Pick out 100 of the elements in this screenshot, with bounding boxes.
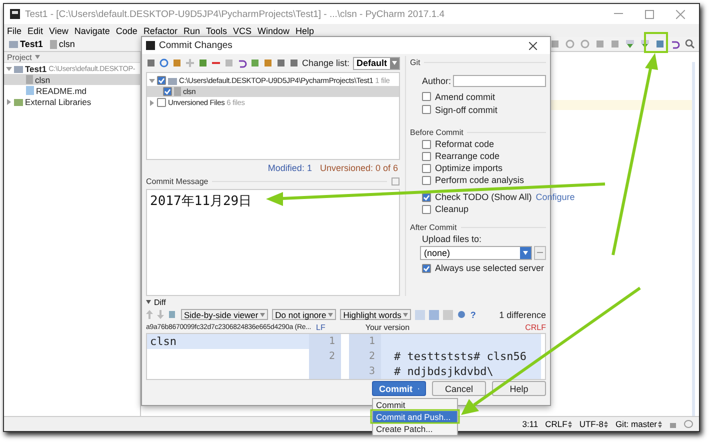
status-item[interactable]: UTF-8 [579, 419, 608, 429]
file-icon [26, 75, 33, 84]
option-label: Perform code analysis [435, 175, 524, 185]
menu-item[interactable]: Code [116, 26, 138, 36]
checkbox[interactable] [157, 76, 166, 85]
close-icon [676, 10, 684, 18]
change-list-label: Change list: [302, 58, 350, 68]
expand-arrow-icon[interactable] [6, 98, 12, 104]
dialog-button[interactable]: Cancel [432, 381, 486, 396]
minimize-icon [614, 13, 622, 15]
field-label: Author: [422, 76, 452, 86]
dropdown-arrows-icon [568, 420, 572, 428]
menu-item[interactable]: Run [183, 26, 200, 36]
window-title: Test1 - [C:\Users\default.DESKTOP-U9D5JP4\PycharmProjects\Test1] - ...\clsn - PyCharm 2017.1.4 [25, 8, 446, 20]
commit-button[interactable]: Commit [372, 381, 426, 396]
status-item[interactable]: 3:11 [522, 419, 538, 429]
section-title: Before Commit [410, 128, 464, 136]
option-label: Sign-off commit [435, 104, 498, 114]
plus-icon[interactable] [185, 57, 195, 69]
menu-item[interactable]: Commit [373, 399, 457, 411]
checkbox[interactable] [422, 264, 431, 272]
field-label: Upload files to: [422, 234, 482, 244]
configure-link[interactable]: Configure [536, 192, 575, 202]
refresh-icon[interactable] [159, 57, 169, 69]
menu-item[interactable]: View [49, 26, 68, 36]
file-icon [174, 87, 181, 96]
dropdown-arrows-icon [658, 420, 662, 428]
caret-icon [403, 312, 408, 316]
project-panel-header[interactable]: Project [4, 52, 140, 63]
line-number: 1 [328, 336, 335, 347]
menu-item[interactable]: Navigate [74, 26, 110, 36]
option-label: Optimize imports [435, 163, 503, 173]
unversioned-count: Unversioned: 0 of 6 [320, 162, 398, 172]
search-icon[interactable] [684, 38, 696, 50]
option-label: Amend commit [435, 92, 496, 102]
stop-icon[interactable] [609, 38, 621, 50]
caret-icon [523, 250, 528, 254]
dialog-title: Commit Changes [159, 40, 234, 51]
option-label: Always use selected server [435, 263, 544, 273]
highlight-frame [644, 32, 668, 53]
tree-item[interactable]: External Libraries [4, 96, 140, 107]
menu-item[interactable]: File [7, 26, 22, 36]
arrow-down-icon[interactable] [157, 310, 164, 319]
modified-count: Modified: 1 [268, 162, 312, 172]
browse-button[interactable] [534, 246, 546, 260]
collapse-arrow-icon[interactable] [6, 66, 12, 72]
checkbox[interactable] [422, 204, 431, 214]
help-link[interactable]: ? [470, 310, 476, 320]
collapse-arrow-icon[interactable] [149, 78, 155, 84]
checkbox[interactable] [422, 176, 431, 184]
checkbox[interactable] [422, 140, 431, 148]
diff-option-dropdown[interactable]: Side-by-side viewer [181, 309, 268, 320]
option-label: Cleanup [435, 204, 469, 214]
folder-icon [14, 64, 23, 72]
checkbox[interactable] [422, 92, 431, 101]
tree-item[interactable]: clsn [4, 74, 140, 85]
item-name: README.md [36, 86, 87, 96]
menu-item[interactable]: VCS [232, 26, 252, 36]
checkbox[interactable] [422, 105, 431, 114]
folder-icon [168, 76, 177, 84]
checkbox[interactable] [157, 98, 166, 107]
breadcrumb-item[interactable]: clsn [48, 39, 77, 49]
dialog-button[interactable]: Help [492, 381, 546, 396]
tree-item[interactable]: README.md [4, 85, 140, 96]
code-line: clsn [150, 335, 176, 348]
expand-arrow-icon[interactable] [149, 100, 155, 106]
menu-item[interactable]: Window [258, 26, 290, 36]
close-icon [529, 42, 537, 50]
file-icon [50, 40, 57, 48]
vcs-update-icon[interactable] [624, 38, 636, 50]
diff-option-dropdown[interactable]: Highlight words [340, 309, 412, 320]
circle-icon[interactable] [579, 38, 591, 50]
menu-item[interactable]: Create Patch... [373, 423, 457, 435]
status-item[interactable]: CRLF [545, 419, 572, 429]
status-item[interactable]: Git: master [615, 419, 662, 429]
checkbox[interactable] [422, 152, 431, 160]
menu-item[interactable]: Refactor [143, 26, 178, 36]
option-label: Check TODO (Show All) [435, 192, 532, 202]
caret-icon [328, 312, 334, 316]
diff-toggle[interactable]: Diff [146, 297, 546, 307]
code-line: # ndjbdsjkdvbd\ [394, 365, 494, 378]
commit-message-field[interactable]: 2017年11月29日 [146, 189, 400, 296]
breadcrumb-item[interactable]: Test1 [7, 39, 45, 49]
section-title: After Commit [410, 222, 457, 232]
line-number: 1 [368, 336, 375, 347]
menu-item[interactable]: Commit and Push... [373, 411, 457, 423]
menu-item[interactable]: Help [296, 26, 314, 36]
arrow-up-icon[interactable] [146, 310, 153, 319]
app-icon [10, 9, 20, 19]
checkbox[interactable] [163, 87, 172, 96]
diff-option-dropdown[interactable]: Do not ignore [272, 309, 336, 320]
change-list-select[interactable]: Default [352, 56, 400, 70]
server-select[interactable]: (none) [420, 246, 532, 260]
difference-count: 1 difference [499, 310, 546, 320]
checkbox[interactable] [422, 164, 431, 172]
author-field[interactable] [453, 75, 546, 87]
menu-item[interactable]: Tools [206, 26, 227, 36]
menu-item[interactable]: Edit [28, 26, 44, 36]
folder-icon [9, 40, 18, 48]
line-number: 2 [328, 351, 335, 362]
